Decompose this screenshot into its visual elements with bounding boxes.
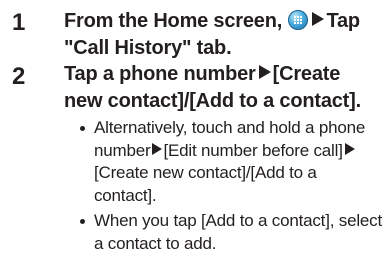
arrow-icon [344,142,355,155]
step-text: Tap [326,10,360,32]
step-heading: Tap a phone number [Create new contact]/[… [64,61,379,115]
arrow-icon [312,12,325,26]
arrow-icon [258,65,271,79]
step-text: Tap a phone number [64,63,256,85]
step-text: From the Home screen, [64,10,288,32]
bullet-list: Alternatively, touch and hold a phone nu… [78,117,383,255]
bullet-text: [Edit number before call] [163,140,343,160]
bullet-text: [Create new contact]/[Add to a contact]. [94,163,317,205]
arrow-icon [152,142,163,155]
list-item: Alternatively, touch and hold a phone nu… [78,117,383,207]
step-number: 2 [12,63,26,90]
step-number: 1 [12,9,26,36]
list-item: When you tap [Add to a contact], select … [78,210,383,255]
bullet-icon [80,126,85,131]
instruction-page: 1 From the Home screen, Tap "Call Histor… [0,0,383,265]
step-heading: From the Home screen, Tap "Call History"… [64,8,379,62]
step-text: "Call History" tab. [64,37,232,59]
bullet-icon [80,219,85,224]
bullet-text: When you tap [Add to a contact], select … [94,211,382,253]
app-drawer-icon [288,10,309,30]
